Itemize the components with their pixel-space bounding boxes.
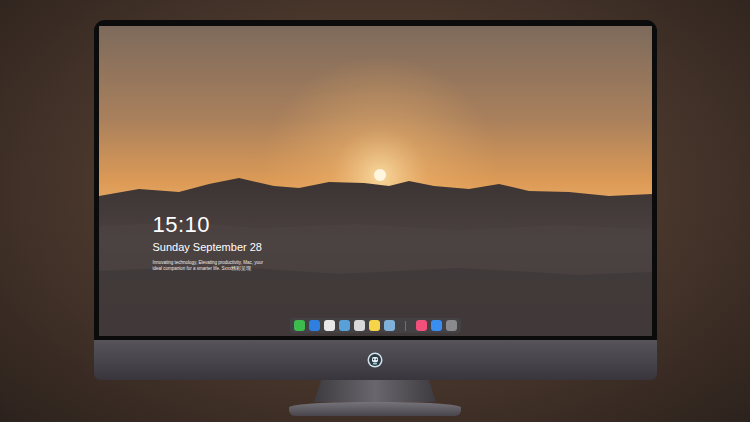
dock-app-icon[interactable] bbox=[369, 320, 380, 331]
dock-app-icon[interactable] bbox=[339, 320, 350, 331]
dock-app-icon[interactable] bbox=[309, 320, 320, 331]
monitor-base bbox=[289, 402, 461, 416]
dock bbox=[290, 318, 461, 333]
dock-app-icon[interactable] bbox=[294, 320, 305, 331]
clock: 15:10 bbox=[153, 212, 652, 238]
dock-app-icon[interactable] bbox=[324, 320, 335, 331]
lock-info: 15:10 Sunday September 28 Innovating tec… bbox=[99, 26, 652, 272]
dock-app-icon[interactable] bbox=[354, 320, 365, 331]
desktop-screen: 15:10 Sunday September 28 Innovating tec… bbox=[99, 26, 652, 336]
monitor-bezel: 15:10 Sunday September 28 Innovating tec… bbox=[94, 20, 657, 340]
dock-app-icon[interactable] bbox=[446, 320, 457, 331]
wallpaper-photo bbox=[99, 26, 652, 336]
mockup-background: 15:10 Sunday September 28 Innovating tec… bbox=[0, 0, 750, 422]
dock-separator bbox=[405, 321, 406, 331]
dock-app-icon[interactable] bbox=[416, 320, 427, 331]
date: Sunday September 28 bbox=[153, 240, 652, 254]
monitor-chin bbox=[94, 340, 657, 380]
monitor: 15:10 Sunday September 28 Innovating tec… bbox=[94, 20, 657, 422]
dock-app-icon[interactable] bbox=[431, 320, 442, 331]
robot-logo-icon bbox=[367, 352, 383, 368]
monitor-stand bbox=[314, 380, 436, 402]
tagline: Innovating technology, Elevating product… bbox=[153, 260, 265, 272]
dock-app-icon[interactable] bbox=[384, 320, 395, 331]
